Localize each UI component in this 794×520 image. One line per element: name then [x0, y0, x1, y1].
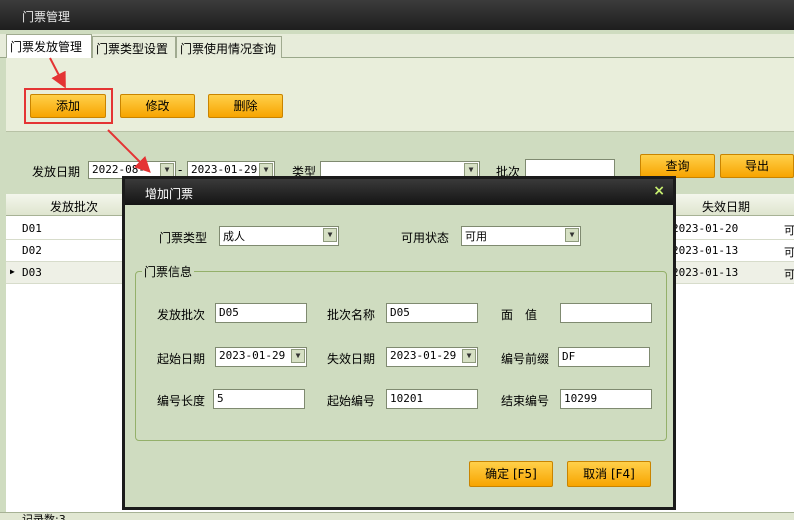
tab-bar: 门票发放管理 门票类型设置 门票使用情况查询	[0, 34, 794, 59]
ticket-type-label: 门票类型	[159, 231, 208, 245]
cell-expire: 2023-01-20	[672, 222, 739, 235]
cell-batch: D03	[22, 266, 42, 279]
chevron-down-icon[interactable]: ▼	[464, 163, 478, 177]
issue-date-label: 发放日期	[32, 165, 81, 179]
expire-date-label: 失效日期	[327, 352, 376, 366]
end-no-label: 结束编号	[501, 394, 550, 408]
tab-ticket-usage[interactable]: 门票使用情况查询	[176, 36, 282, 58]
record-count: 记录数:3	[22, 513, 66, 520]
face-value-input[interactable]	[560, 303, 652, 323]
issue-batch-input[interactable]: D05	[215, 303, 307, 323]
chevron-down-icon[interactable]: ▼	[160, 163, 174, 177]
start-no-label: 起始编号	[327, 394, 376, 408]
batch-name-input[interactable]: D05	[386, 303, 478, 323]
delete-button[interactable]: 删除	[208, 94, 283, 118]
row-pointer-icon: ▶	[10, 267, 15, 276]
cell-status: 可	[784, 246, 794, 259]
cell-expire: 2023-01-13	[672, 266, 739, 279]
ticket-type-value: 成人	[223, 230, 245, 243]
chevron-down-icon[interactable]: ▼	[323, 228, 337, 242]
cell-batch: D02	[22, 244, 42, 257]
issue-batch-label: 发放批次	[157, 308, 206, 322]
prefix-input[interactable]: DF	[558, 347, 650, 367]
end-no-input[interactable]: 10299	[560, 389, 652, 409]
query-button[interactable]: 查询	[640, 154, 715, 178]
group-title: 门票信息	[142, 263, 195, 280]
cell-status: 可	[784, 224, 794, 237]
highlight-box	[24, 88, 113, 124]
date-to-value: 2023-01-29	[191, 163, 258, 176]
start-no-input[interactable]: 10201	[386, 389, 478, 409]
cell-expire: 2023-01-13	[672, 244, 739, 257]
dialog-title-bar: 增加门票 ×	[125, 179, 673, 205]
avail-status-value: 可用	[465, 230, 487, 243]
add-ticket-dialog: 增加门票 × 门票类型 成人 ▼ 可用状态 可用 ▼ 门票信息 发放批次 D05…	[122, 176, 676, 510]
chevron-down-icon[interactable]: ▼	[462, 349, 476, 363]
close-icon[interactable]: ×	[653, 183, 665, 199]
dialog-title: 增加门票	[145, 187, 194, 201]
range-separator: -	[178, 163, 183, 177]
prefix-label: 编号前缀	[501, 352, 550, 366]
col-header-expire[interactable]: 失效日期	[702, 198, 750, 215]
avail-status-select[interactable]: 可用 ▼	[461, 226, 581, 246]
expire-date-picker[interactable]: 2023-01-29 ▼	[386, 347, 478, 367]
cell-batch: D01	[22, 222, 42, 235]
chevron-down-icon[interactable]: ▼	[291, 349, 305, 363]
window-title-bar: 门票管理	[0, 0, 794, 30]
cancel-button[interactable]: 取消 [F4]	[567, 461, 651, 487]
length-label: 编号长度	[157, 394, 206, 408]
ticket-type-select[interactable]: 成人 ▼	[219, 226, 339, 246]
confirm-button[interactable]: 确定 [F5]	[469, 461, 553, 487]
export-button[interactable]: 导出	[720, 154, 794, 178]
expire-date-value: 2023-01-29	[390, 349, 457, 362]
col-header-batch[interactable]: 发放批次	[50, 198, 98, 215]
tab-ticket-type[interactable]: 门票类型设置	[92, 36, 176, 58]
start-date-picker[interactable]: 2023-01-29 ▼	[215, 347, 307, 367]
start-date-label: 起始日期	[157, 352, 206, 366]
edit-button[interactable]: 修改	[120, 94, 195, 118]
start-date-value: 2023-01-29	[219, 349, 286, 362]
avail-status-label: 可用状态	[401, 231, 450, 245]
length-input[interactable]: 5	[213, 389, 305, 409]
date-from-value: 2022-08-	[92, 163, 145, 176]
window-title: 门票管理	[22, 10, 71, 24]
tab-ticket-issue[interactable]: 门票发放管理	[6, 34, 92, 59]
cell-status: 可	[784, 268, 794, 281]
status-bar: 记录数:3	[0, 512, 794, 520]
chevron-down-icon[interactable]: ▼	[259, 163, 273, 177]
face-value-label: 面 值	[501, 308, 538, 322]
chevron-down-icon[interactable]: ▼	[565, 228, 579, 242]
batch-name-label: 批次名称	[327, 308, 376, 322]
